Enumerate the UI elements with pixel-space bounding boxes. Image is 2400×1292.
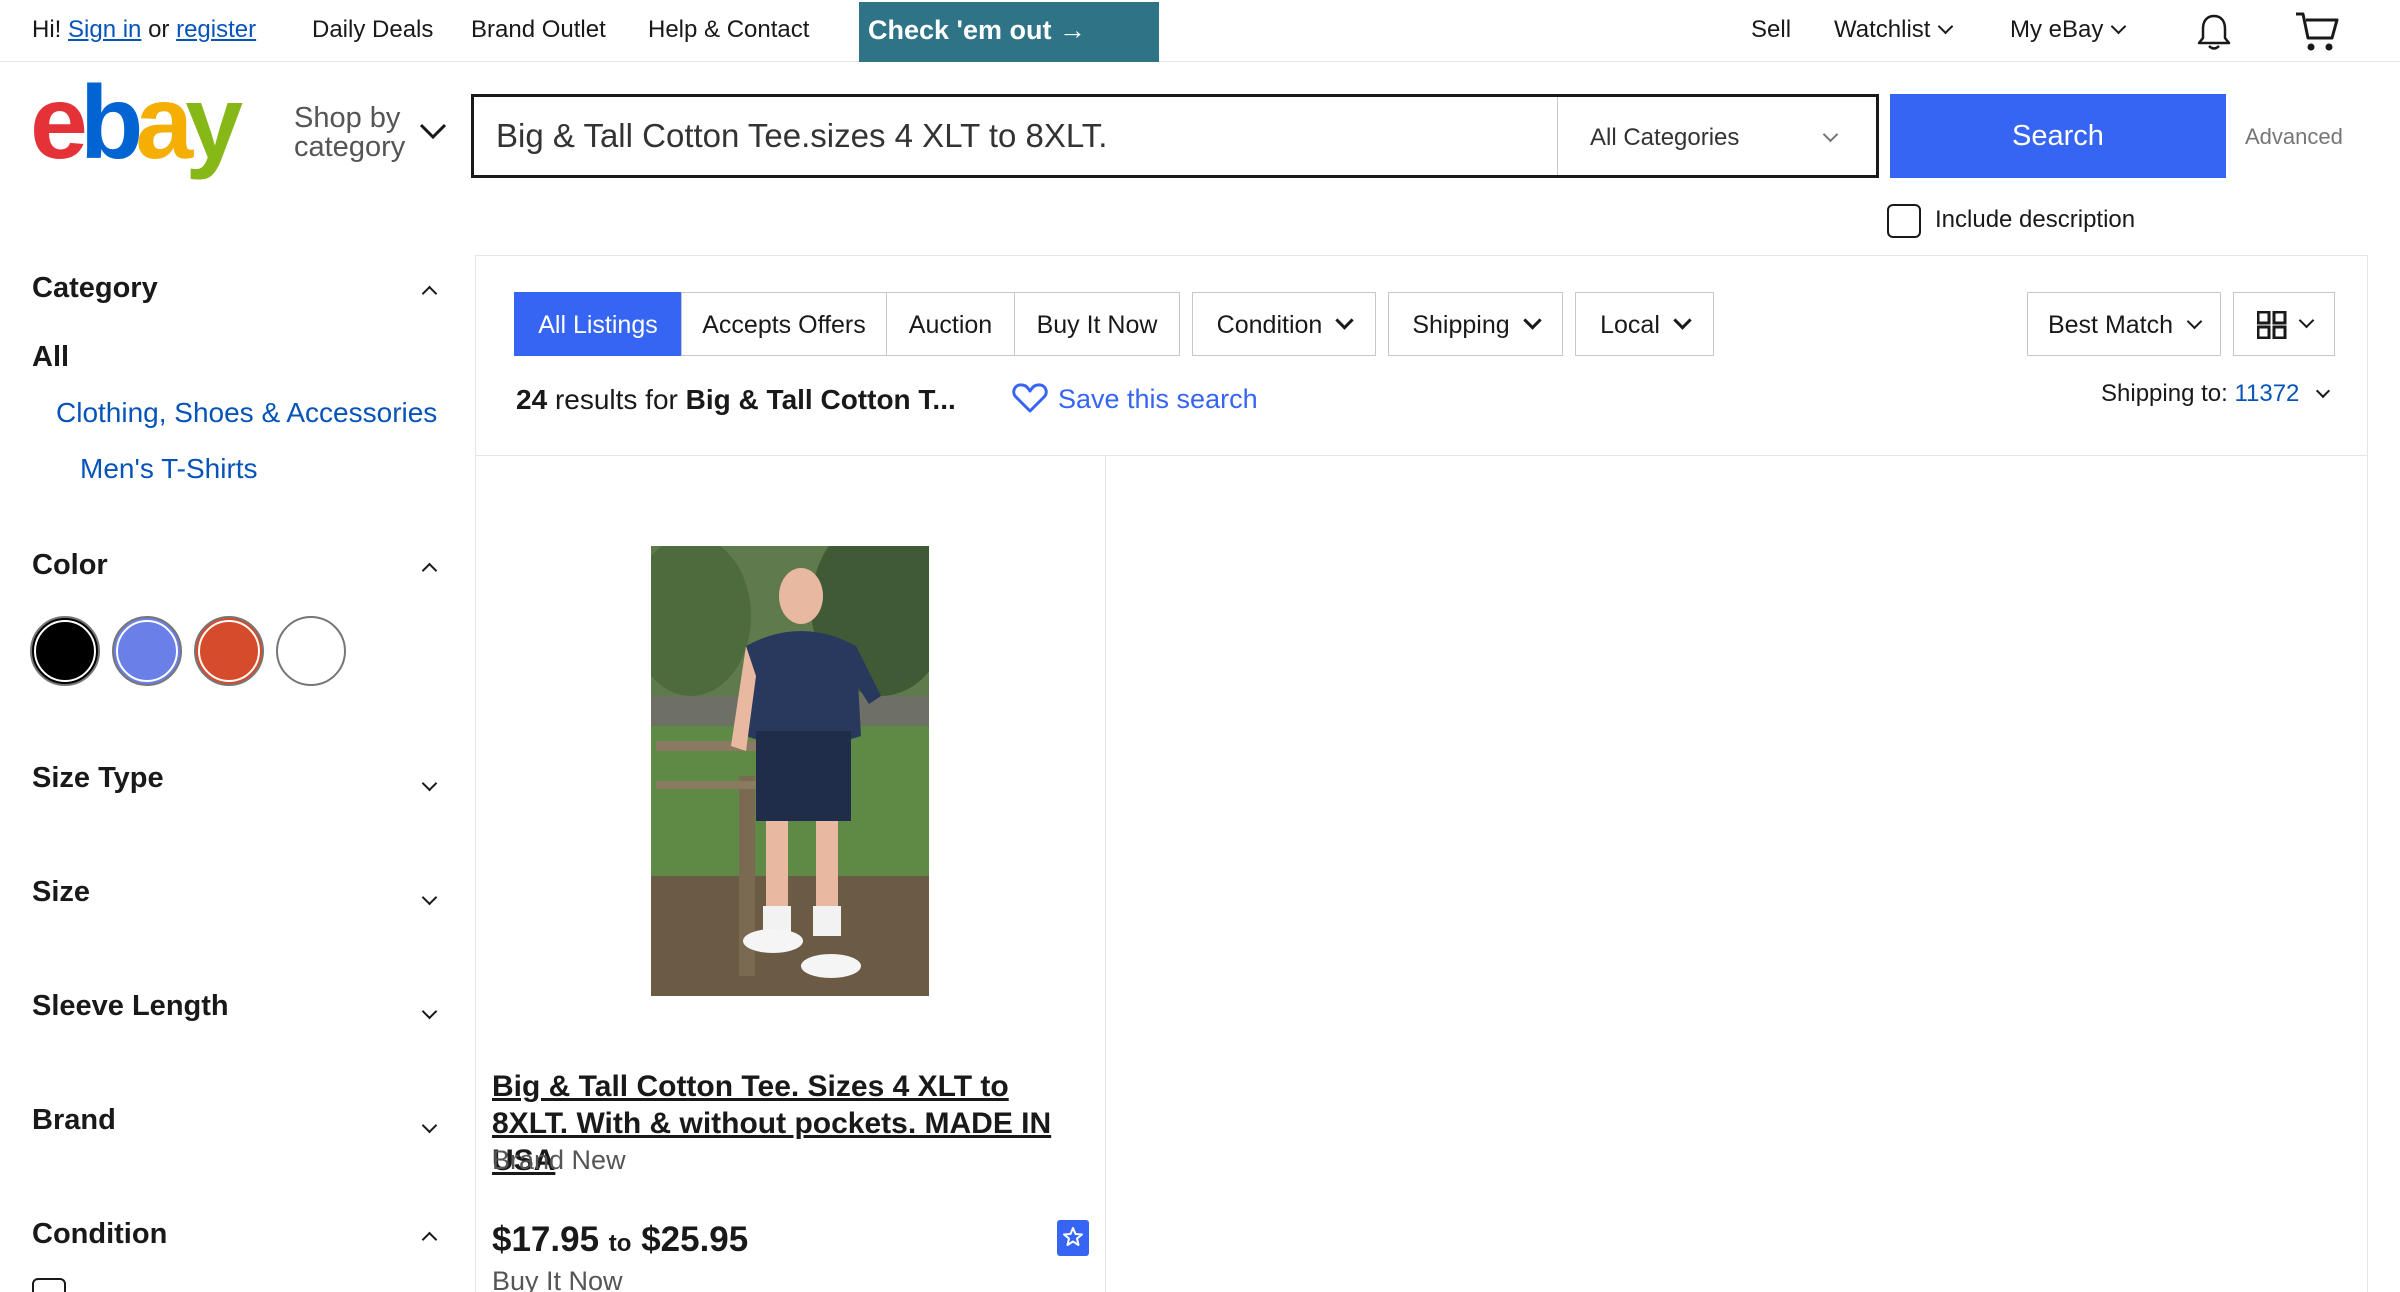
size-type-heading[interactable]: Size Type [32, 762, 164, 795]
svg-text:ebay: ebay [30, 80, 243, 181]
chevron-down-icon [1822, 126, 1839, 143]
bell-icon[interactable] [2194, 12, 2234, 52]
shipping-zip[interactable]: 11372 [2234, 380, 2299, 407]
save-search-label: Save this search [1058, 384, 1258, 414]
my-ebay-label: My eBay [2010, 16, 2104, 43]
color-swatch-white[interactable] [276, 616, 346, 686]
shipping-to-label: Shipping to: [2101, 380, 2228, 407]
color-swatch-black[interactable] [30, 616, 100, 686]
shop-by-line1: Shop by [294, 102, 401, 134]
price-low: $17.95 [492, 1220, 600, 1259]
chevron-down-icon[interactable] [421, 889, 438, 906]
color-swatch-blue[interactable] [112, 616, 182, 686]
local-filter-label: Local [1600, 311, 1660, 339]
color-heading[interactable]: Color [32, 549, 108, 582]
chevron-down-icon [2298, 312, 2314, 329]
chevron-down-icon [2316, 383, 2331, 399]
chevron-up-icon[interactable] [421, 285, 438, 302]
shop-by-line2: category [294, 131, 406, 163]
tab-accepts-offers[interactable]: Accepts Offers [681, 292, 887, 356]
results-number: 24 [516, 384, 548, 415]
shipping-filter-label: Shipping [1412, 311, 1510, 339]
chevron-down-icon [1673, 311, 1692, 330]
listing-condition: Brand New [492, 1145, 626, 1175]
shipping-filter[interactable]: Shipping [1388, 292, 1563, 356]
save-search-link[interactable]: Save this search [1012, 383, 1258, 417]
tab-all-listings[interactable]: All Listings [514, 292, 682, 356]
shop-by-category[interactable]: Shop by category [294, 104, 405, 162]
view-toggle[interactable] [2233, 292, 2335, 356]
category-all: All [32, 341, 70, 373]
listing-format: Buy It Now [492, 1266, 623, 1292]
grid-view-icon [2256, 310, 2286, 340]
daily-deals-link[interactable]: Daily Deals [312, 16, 433, 44]
sleeve-length-heading[interactable]: Sleeve Length [32, 990, 229, 1023]
chevron-down-icon[interactable] [421, 1117, 438, 1134]
chevron-down-icon[interactable] [421, 775, 438, 792]
chevron-down-icon [1335, 311, 1355, 330]
condition-filter-label: Condition [1216, 311, 1323, 339]
chevron-down-icon [2111, 18, 2127, 35]
watchlist-label: Watchlist [1834, 16, 1931, 43]
heart-icon [1012, 383, 1048, 413]
or-text: or [148, 16, 170, 43]
greeting: Hi! Sign in or register [32, 16, 256, 44]
brand-outlet-link[interactable]: Brand Outlet [471, 16, 606, 44]
category-mens-tshirts-link[interactable]: Men's T-Shirts [80, 453, 258, 485]
condition-checkbox[interactable] [32, 1278, 66, 1292]
top-nav-bar: Hi! Sign in or register Daily Deals Bran… [0, 0, 2400, 62]
search-button[interactable]: Search [1890, 94, 2226, 178]
watchlist-menu[interactable]: Watchlist [1834, 16, 1954, 44]
chevron-up-icon[interactable] [421, 1231, 438, 1248]
divider [1105, 455, 1106, 1292]
tab-auction[interactable]: Auction [886, 292, 1015, 356]
sort-dropdown[interactable]: Best Match [2027, 292, 2221, 356]
cart-icon[interactable] [2294, 10, 2340, 54]
promo-banner[interactable]: Check 'em out → [859, 2, 1159, 62]
category-select[interactable]: All Categories [1559, 97, 1876, 175]
shipping-to[interactable]: Shipping to: 11372 [2101, 380, 2331, 408]
chevron-down-icon [1522, 311, 1542, 330]
sort-label: Best Match [2047, 311, 2174, 339]
results-for-text: results for [554, 384, 678, 415]
category-heading[interactable]: Category [32, 272, 158, 305]
listing-image[interactable] [651, 546, 929, 996]
sign-in-link[interactable]: Sign in [68, 16, 141, 43]
search-bar: All Categories [471, 94, 1879, 178]
listing-price: $17.95 to $25.95 [492, 1220, 748, 1260]
help-contact-link[interactable]: Help & Contact [648, 16, 809, 44]
condition-filter[interactable]: Condition [1192, 292, 1376, 356]
condition-heading[interactable]: Condition [32, 1218, 167, 1251]
local-filter[interactable]: Local [1575, 292, 1714, 356]
price-to: to [608, 1230, 632, 1257]
sell-link[interactable]: Sell [1751, 16, 1791, 44]
register-link[interactable]: register [176, 16, 256, 43]
color-swatch-red[interactable] [194, 616, 264, 686]
results-query: Big & Tall Cotton T... [685, 384, 956, 415]
size-heading[interactable]: Size [32, 876, 90, 909]
chevron-down-icon[interactable] [418, 121, 448, 141]
tab-buy-it-now[interactable]: Buy It Now [1014, 292, 1180, 356]
category-clothing-link[interactable]: Clothing, Shoes & Accessories [56, 397, 437, 429]
include-description-label: Include description [1935, 206, 2136, 233]
advanced-search-link[interactable]: Advanced [2245, 124, 2343, 150]
my-ebay-menu[interactable]: My eBay [2010, 16, 2127, 44]
watch-star-icon[interactable] [1057, 1220, 1089, 1256]
chevron-down-icon [1938, 18, 1954, 35]
include-description-checkbox[interactable] [1887, 204, 1921, 238]
results-count: 24 results for Big & Tall Cotton T... [516, 384, 956, 416]
divider [475, 455, 2368, 456]
brand-heading[interactable]: Brand [32, 1104, 116, 1137]
price-high: $25.95 [641, 1220, 749, 1259]
chevron-up-icon[interactable] [421, 562, 438, 579]
greeting-text: Hi! [32, 16, 62, 43]
chevron-down-icon [2186, 313, 2203, 330]
ebay-logo[interactable]: ebay [30, 80, 270, 190]
chevron-down-icon[interactable] [421, 1003, 438, 1020]
search-input[interactable] [474, 97, 1558, 175]
category-select-label: All Categories [1590, 124, 1740, 151]
